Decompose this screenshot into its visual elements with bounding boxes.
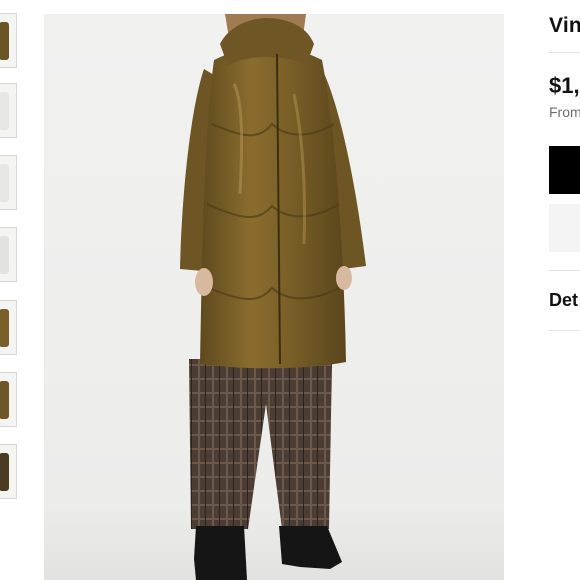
right-boot	[279, 526, 342, 569]
main-product-image[interactable]	[44, 14, 504, 580]
right-hand	[336, 266, 352, 290]
thumbnail-figure	[0, 309, 9, 347]
left-boot	[194, 526, 247, 580]
price: $1,	[549, 73, 580, 98]
divider	[548, 330, 580, 331]
thumbnail-2[interactable]	[0, 83, 17, 138]
secondary-action-button[interactable]	[549, 204, 580, 252]
thumbnail-5[interactable]	[0, 300, 17, 355]
thumbnail-figure	[0, 164, 9, 202]
thumbnail-figure	[0, 381, 9, 419]
thumbnail-figure	[0, 92, 9, 130]
thumbnail-figure	[0, 22, 9, 60]
details-section-header[interactable]: Det	[549, 290, 578, 311]
brand-name[interactable]: Vin	[549, 14, 580, 38]
divider	[548, 270, 580, 271]
thumbnail-3[interactable]	[0, 155, 17, 210]
thumbnail-7[interactable]	[0, 444, 17, 499]
thumbnail-1[interactable]	[0, 13, 17, 68]
product-info-panel: Vin $1, From Det	[548, 0, 580, 580]
left-hand	[195, 268, 213, 296]
price-from-label: From	[549, 104, 580, 120]
divider	[548, 52, 580, 53]
thumbnail-6[interactable]	[0, 372, 17, 427]
model-illustration	[180, 14, 366, 580]
thumbnail-strip	[0, 0, 20, 580]
thumbnail-4[interactable]	[0, 227, 17, 282]
add-to-bag-button[interactable]	[549, 146, 580, 194]
trousers	[189, 359, 332, 529]
thumbnail-figure	[0, 453, 9, 491]
thumbnail-figure	[0, 236, 9, 274]
